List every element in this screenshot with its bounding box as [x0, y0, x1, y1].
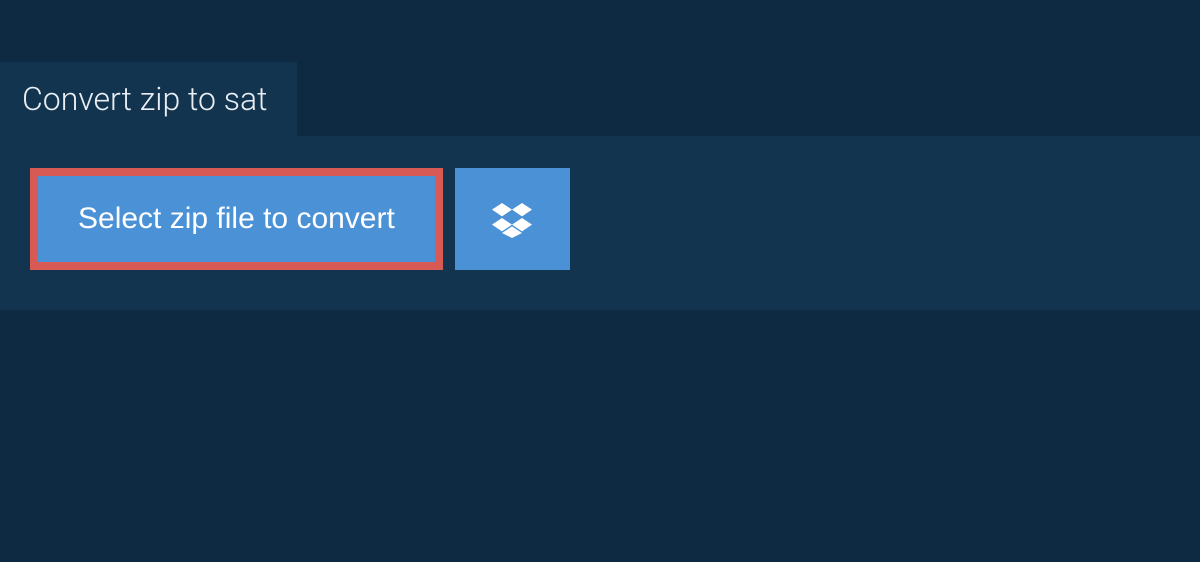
upload-panel: Select zip file to convert [0, 136, 1200, 310]
select-file-button[interactable]: Select zip file to convert [30, 168, 443, 270]
tab-label: Convert zip to sat [22, 80, 267, 118]
select-file-label: Select zip file to convert [78, 202, 395, 236]
button-row: Select zip file to convert [30, 168, 1170, 270]
dropbox-button[interactable] [455, 168, 570, 270]
dropbox-icon [492, 198, 532, 241]
tab-convert[interactable]: Convert zip to sat [0, 62, 297, 136]
